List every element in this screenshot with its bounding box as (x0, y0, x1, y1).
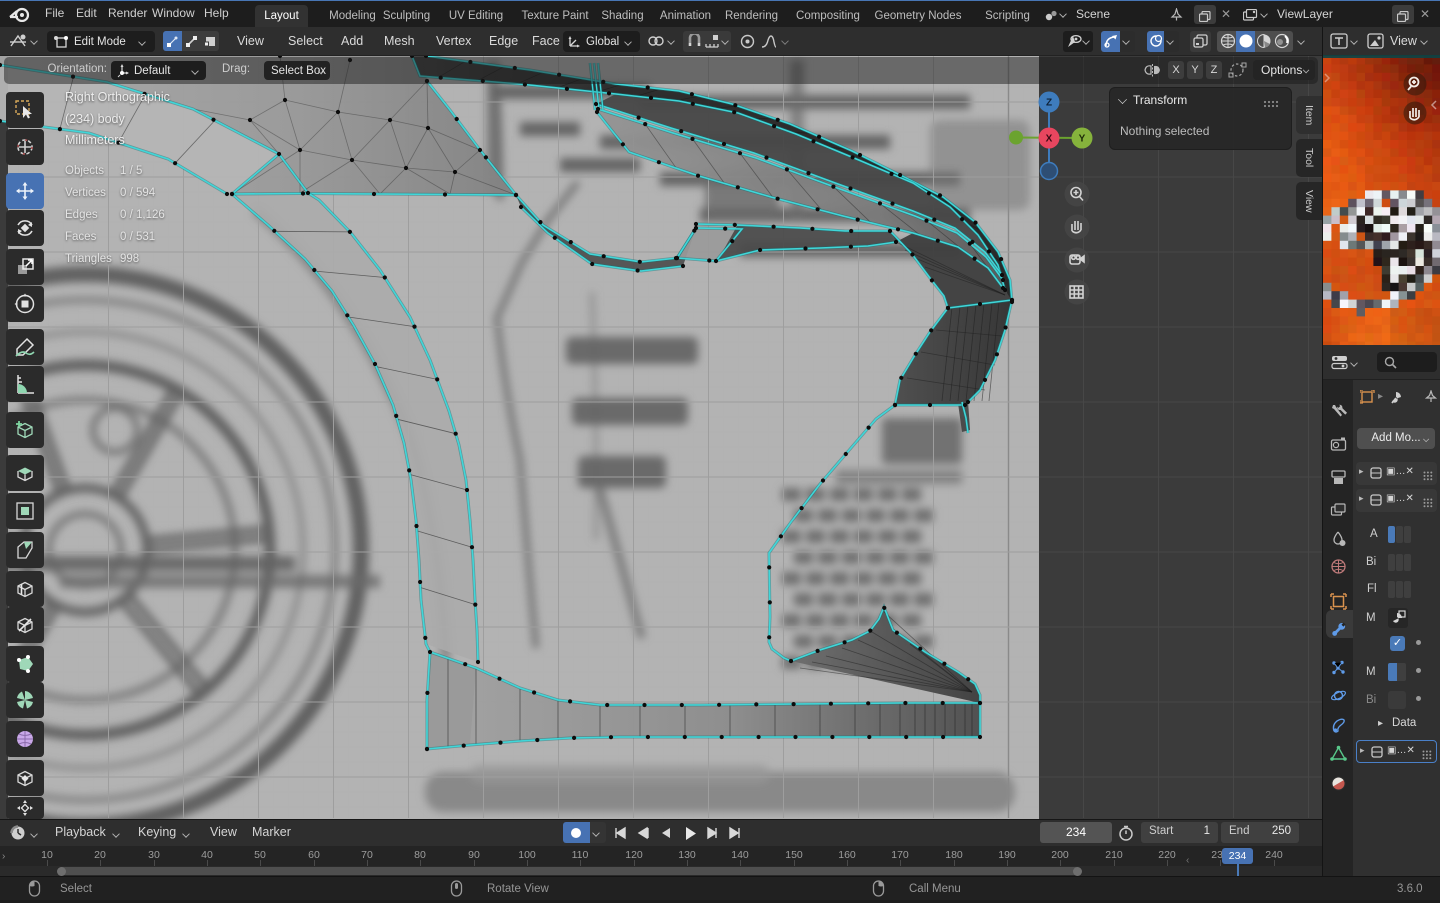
svg-text:X: X (1046, 134, 1053, 145)
svg-text:Z: Z (1046, 98, 1052, 109)
svg-text:Y: Y (1079, 134, 1086, 145)
